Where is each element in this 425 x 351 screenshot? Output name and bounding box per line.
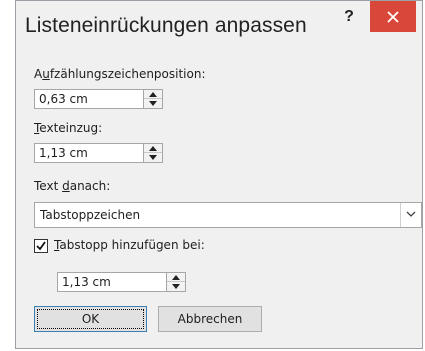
spin-up-icon[interactable] — [144, 144, 162, 153]
spin-buttons — [143, 90, 162, 108]
text-after-label: Text danach: — [34, 179, 111, 193]
add-tab-value[interactable]: 1,13 cm — [62, 275, 111, 289]
spin-up-icon[interactable] — [144, 90, 162, 99]
help-button[interactable]: ? — [339, 7, 359, 27]
checkmark-icon — [36, 241, 46, 251]
bullet-position-label: Aufzählungszeichenposition: — [34, 67, 206, 81]
close-icon — [387, 11, 399, 23]
text-after-value: Tabstoppzeichen — [40, 208, 141, 222]
cancel-button-label: Abbrechen — [177, 312, 243, 326]
spin-down-icon[interactable] — [167, 282, 185, 291]
spin-down-icon[interactable] — [144, 99, 162, 108]
dialog-title: Listeneinrückungen anpassen — [25, 14, 307, 37]
spin-buttons — [166, 273, 185, 291]
add-tab-label[interactable]: Tabstopp hinzufügen bei: — [54, 238, 205, 252]
focus-ring — [37, 309, 144, 329]
spin-buttons — [143, 144, 162, 162]
dialog-window: Listeneinrückungen anpassen ? Aufzählung… — [15, 0, 423, 349]
text-indent-spinner[interactable]: 1,13 cm — [34, 143, 163, 163]
close-button[interactable] — [370, 1, 416, 32]
chevron-down-icon — [406, 211, 416, 217]
add-tab-checkbox[interactable] — [34, 239, 48, 253]
bullet-position-spinner[interactable]: 0,63 cm — [34, 89, 163, 109]
help-icon: ? — [344, 8, 354, 25]
title-bar: Listeneinrückungen anpassen ? — [16, 1, 422, 48]
bullet-position-value[interactable]: 0,63 cm — [39, 92, 88, 106]
dropdown-button[interactable] — [400, 203, 421, 227]
ok-button[interactable]: OK — [34, 306, 147, 332]
text-after-select[interactable]: Tabstoppzeichen — [34, 202, 422, 228]
cancel-button[interactable]: Abbrechen — [158, 306, 262, 332]
text-indent-value[interactable]: 1,13 cm — [39, 146, 88, 160]
spin-down-icon[interactable] — [144, 153, 162, 162]
text-indent-label: Texteinzug: — [34, 121, 103, 135]
spin-up-icon[interactable] — [167, 273, 185, 282]
add-tab-spinner[interactable]: 1,13 cm — [57, 272, 186, 292]
